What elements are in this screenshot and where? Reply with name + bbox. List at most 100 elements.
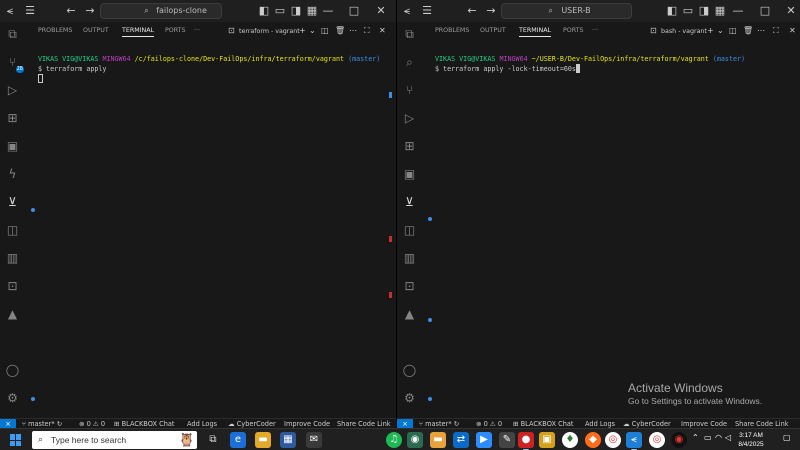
taskbar-search-box[interactable]: ⌕ Type here to search 🦉 bbox=[32, 431, 197, 449]
blackbox-chat-button[interactable]: ⊞ BLACKBOX Chat bbox=[513, 419, 574, 428]
chat-icon[interactable]: ◫ bbox=[401, 222, 418, 239]
app-icon[interactable]: ◉ bbox=[407, 432, 423, 448]
vscode-icon[interactable]: ⪪ bbox=[626, 432, 642, 450]
brave-icon[interactable]: ◆ bbox=[585, 432, 601, 448]
run-debug-icon[interactable]: ▷ bbox=[401, 110, 418, 127]
maximize-panel-icon[interactable]: ⛶ bbox=[364, 26, 370, 36]
close-panel-icon[interactable]: ✕ bbox=[379, 26, 386, 35]
app-icon[interactable]: ▣ bbox=[539, 432, 555, 448]
network-icon[interactable]: ▭ bbox=[704, 433, 712, 442]
tab-problems[interactable]: PROBLEMS bbox=[38, 27, 72, 34]
deploy-icon[interactable]: ▲ bbox=[401, 306, 418, 323]
file-explorer-icon[interactable]: ▬ bbox=[255, 432, 271, 448]
remote-indicator-icon[interactable]: ⨯ bbox=[0, 419, 16, 428]
improve-code-button[interactable]: Improve Code bbox=[284, 419, 330, 428]
tab-terminal[interactable]: TERMINAL bbox=[519, 27, 552, 37]
menu-icon[interactable]: ☰ bbox=[22, 3, 38, 19]
tab-output[interactable]: OUTPUT bbox=[480, 27, 506, 34]
vscode-logo-icon[interactable]: ⪪ bbox=[399, 3, 415, 19]
zoom-icon[interactable]: ▶ bbox=[476, 432, 492, 448]
docker-icon[interactable]: ⊡ bbox=[401, 278, 418, 295]
share-code-link-button[interactable]: Share Code Link bbox=[337, 419, 391, 428]
system-clock[interactable]: 3:17 AM 8/4/2025 bbox=[733, 431, 769, 449]
paint-icon[interactable]: ✎ bbox=[499, 432, 515, 448]
branch-status[interactable]: ⑂ master* ↻ bbox=[22, 419, 62, 428]
tab-output[interactable]: OUTPUT bbox=[83, 27, 109, 34]
add-logs-button[interactable]: Add Logs bbox=[585, 419, 615, 428]
tab-ports[interactable]: PORTS bbox=[563, 27, 584, 34]
forward-arrow-icon[interactable]: → bbox=[483, 3, 499, 19]
dropdown-chevron-icon[interactable]: ⌄ bbox=[717, 26, 724, 35]
mail-icon[interactable]: ✉ bbox=[306, 432, 322, 448]
back-arrow-icon[interactable]: ← bbox=[63, 3, 79, 19]
tab-ports[interactable]: PORTS bbox=[165, 27, 186, 34]
tab-problems[interactable]: PROBLEMS bbox=[435, 27, 469, 34]
wifi-icon[interactable]: ◠ bbox=[715, 433, 722, 442]
maximize-icon[interactable]: □ bbox=[757, 3, 773, 19]
kill-terminal-icon[interactable]: 🗑 bbox=[335, 26, 345, 35]
split-terminal-icon[interactable]: ◫ bbox=[729, 26, 737, 35]
explorer-icon[interactable]: ⧉ bbox=[4, 26, 21, 43]
folder-icon[interactable]: ▬ bbox=[430, 432, 446, 448]
remote-explorer-icon[interactable]: ▣ bbox=[401, 166, 418, 183]
close-icon[interactable]: ✕ bbox=[783, 3, 799, 19]
branch-status[interactable]: ⑂ master* ↻ bbox=[419, 419, 459, 428]
lightning-icon[interactable]: ϟ bbox=[4, 166, 21, 183]
settings-gear-icon[interactable]: ⚙ bbox=[4, 390, 21, 407]
accounts-icon[interactable]: ◯ bbox=[401, 362, 418, 379]
source-control-icon[interactable]: ⑂ bbox=[401, 82, 418, 99]
back-arrow-icon[interactable]: ← bbox=[464, 3, 480, 19]
share-code-link-button[interactable]: Share Code Link bbox=[735, 419, 789, 428]
split-terminal-icon[interactable]: ◫ bbox=[321, 26, 329, 35]
toggle-panel-icon[interactable]: ▭ bbox=[680, 3, 696, 19]
more-actions-icon[interactable]: ⋯ bbox=[349, 26, 357, 35]
toggle-primary-sidebar-icon[interactable]: ◧ bbox=[664, 3, 680, 19]
accounts-icon[interactable]: ◯ bbox=[4, 362, 21, 379]
database-icon[interactable]: ▥ bbox=[4, 250, 21, 267]
teamviewer-icon[interactable]: ⇄ bbox=[453, 432, 469, 448]
spotify-icon[interactable]: ♫ bbox=[386, 432, 402, 448]
edge-browser-icon[interactable]: e bbox=[230, 432, 246, 448]
problems-status[interactable]: ⊗ 0 ⚠ 0 bbox=[476, 419, 502, 428]
cybercoder-button[interactable]: ☁ CyberCoder bbox=[623, 419, 671, 428]
remote-explorer-icon[interactable]: ▣ bbox=[4, 138, 21, 155]
terminal-output[interactable]: VIKAS VIG@VIKAS MINGW64 /c/failops-clone… bbox=[38, 54, 380, 84]
terminal-output[interactable]: VIKAS VIG@VIKAS MINGW64 ~/USER-B/Dev-Fai… bbox=[435, 54, 745, 74]
more-tabs-button[interactable]: ··· bbox=[194, 27, 200, 34]
terminal-name[interactable]: bash - vagrant bbox=[661, 28, 707, 35]
source-control-icon[interactable]: ⑂ 28 bbox=[4, 54, 24, 73]
maximize-panel-icon[interactable]: ⛶ bbox=[773, 26, 779, 36]
command-center-search[interactable]: ⌕ USER-B bbox=[501, 3, 632, 19]
chrome-icon[interactable]: ◎ bbox=[605, 432, 621, 448]
close-icon[interactable]: ✕ bbox=[373, 3, 389, 19]
minimize-icon[interactable]: — bbox=[320, 3, 336, 19]
run-debug-icon[interactable]: ▷ bbox=[4, 82, 21, 99]
recording-icon[interactable]: ● bbox=[518, 432, 534, 450]
menu-icon[interactable]: ☰ bbox=[419, 3, 435, 19]
remote-indicator-icon[interactable]: ⨯ bbox=[397, 419, 413, 428]
task-view-icon[interactable]: ⧉ bbox=[205, 432, 221, 448]
customize-layout-icon[interactable]: ▦ bbox=[304, 3, 320, 19]
maximize-icon[interactable]: □ bbox=[346, 3, 362, 19]
forward-arrow-icon[interactable]: → bbox=[82, 3, 98, 19]
settings-gear-icon[interactable]: ⚙ bbox=[401, 390, 418, 407]
testing-icon[interactable]: ⊻ bbox=[4, 194, 21, 211]
problems-status[interactable]: ⊗ 0 ⚠ 0 bbox=[79, 419, 105, 428]
search-icon[interactable]: ⌕ bbox=[401, 54, 418, 71]
improve-code-button[interactable]: Improve Code bbox=[681, 419, 727, 428]
notification-icon[interactable]: ▢ bbox=[783, 433, 791, 442]
chrome-icon[interactable]: ◎ bbox=[649, 432, 665, 448]
tray-chevron-icon[interactable]: ⌃ bbox=[692, 433, 699, 442]
new-terminal-icon[interactable]: + bbox=[707, 26, 714, 35]
docker-icon[interactable]: ⊡ bbox=[4, 278, 21, 295]
cybercoder-button[interactable]: ☁ CyberCoder bbox=[228, 419, 276, 428]
database-icon[interactable]: ▥ bbox=[401, 250, 418, 267]
more-actions-icon[interactable]: ⋯ bbox=[757, 26, 765, 35]
extensions-icon[interactable]: ⊞ bbox=[4, 110, 21, 127]
toggle-primary-sidebar-icon[interactable]: ◧ bbox=[256, 3, 272, 19]
command-center-search[interactable]: ⌕ failops-clone bbox=[100, 3, 222, 19]
more-tabs-button[interactable]: ··· bbox=[592, 27, 598, 34]
chat-icon[interactable]: ◫ bbox=[4, 222, 21, 239]
deploy-icon[interactable]: ▲ bbox=[4, 306, 21, 323]
new-terminal-icon[interactable]: + bbox=[299, 26, 306, 35]
